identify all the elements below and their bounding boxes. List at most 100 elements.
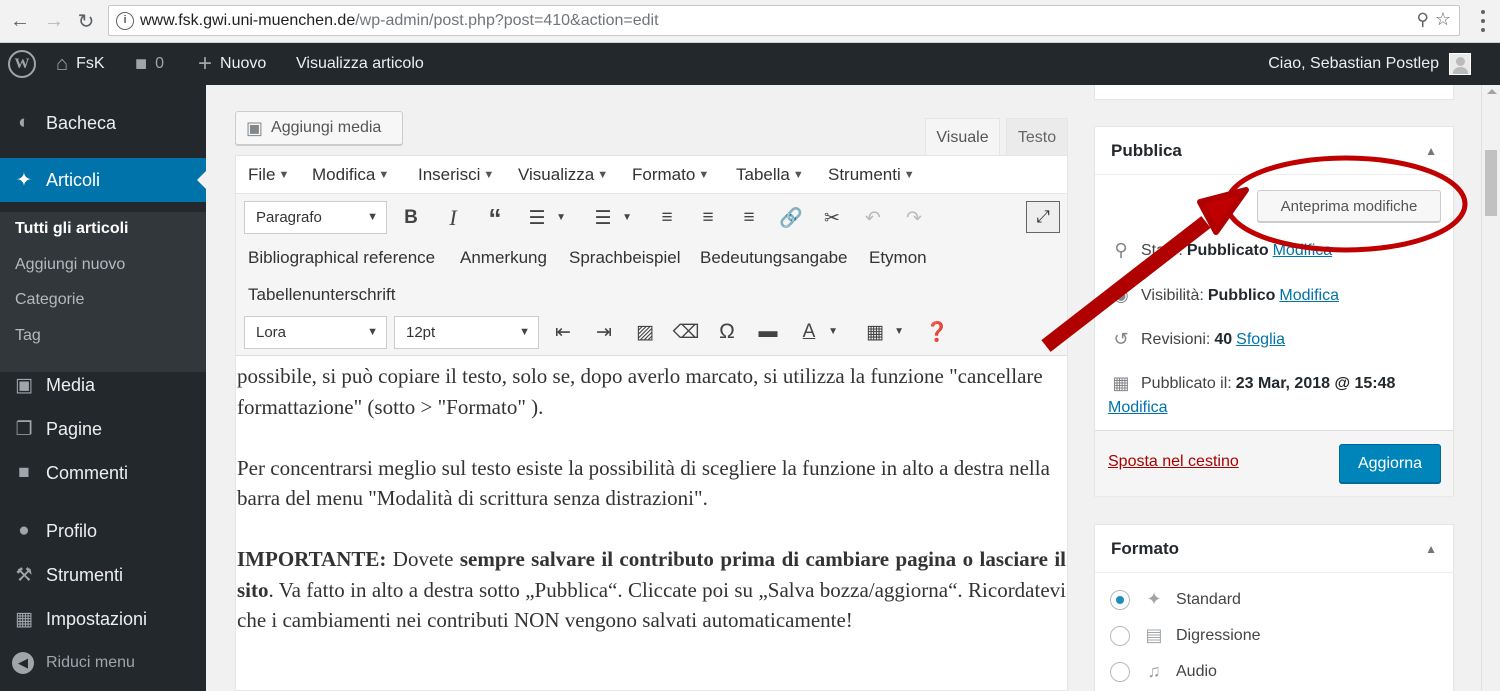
publish-box-header[interactable]: Pubblica ▲ [1095,127,1453,175]
numbered-list-icon[interactable]: ☰ [588,203,632,233]
menu-file[interactable]: File [248,165,289,185]
collapse-triangle-icon[interactable]: ▲ [1425,144,1437,158]
media-icon: ▣ [246,117,264,138]
move-to-trash-link[interactable]: Sposta nel cestino [1108,453,1239,471]
unlink-icon[interactable]: ✂ [817,203,847,233]
add-media-button[interactable]: ▣ Aggiungi media [235,111,403,145]
format-option-standard[interactable]: ✦ Standard [1110,589,1241,610]
menu-insert[interactable]: Inserisci [418,165,494,185]
editor-content[interactable]: possibile, si può copiare il testo, solo… [236,361,1067,666]
visibility-row: ◉ Visibilità: Pubblico Modifica [1110,285,1339,306]
sidebar-item-tools[interactable]: ⚒ Strumenti [0,555,206,595]
align-left-icon[interactable]: ≡ [652,203,682,233]
submenu-add-new[interactable]: Aggiungi nuovo [15,256,125,274]
anmerkung-button[interactable]: Anmerkung [460,248,547,268]
italic-icon[interactable]: I [438,203,468,233]
update-button[interactable]: Aggiorna [1339,444,1441,483]
sidebar-item-settings[interactable]: ▦ Impostazioni [0,599,206,639]
format-option-audio[interactable]: ♫ Audio [1110,661,1217,682]
zoom-icon[interactable]: ⚲ [1417,10,1429,30]
etymon-button[interactable]: Etymon [869,248,927,268]
site-name-link[interactable]: ⌂ FsK [56,43,105,85]
tab-visual[interactable]: Visuale [925,118,1000,156]
info-icon[interactable]: i [116,12,134,30]
view-post-link[interactable]: Visualizza articolo [296,43,424,85]
link-icon[interactable]: 🔗 [776,203,806,233]
font-size-select[interactable]: 12pt [394,316,539,349]
pages-icon: ❐ [15,418,33,440]
reload-icon[interactable]: ↻ [74,9,98,33]
font-family-select[interactable]: Lora [244,316,387,349]
page-scrollbar[interactable] [1481,85,1500,691]
menu-view[interactable]: Visualizza [518,165,608,185]
new-content-link[interactable]: + Nuovo [198,43,266,85]
menu-format[interactable]: Formato [632,165,709,185]
help-icon[interactable]: ❓ [922,317,952,347]
home-icon: ⌂ [56,52,69,75]
tabellenunterschrift-button[interactable]: Tabellenunterschrift [248,285,395,305]
scroll-up-arrow-icon[interactable] [1487,89,1497,94]
collapse-arrow-icon: ◀ [12,652,34,674]
browser-toolbar: ← → ↻ i www.fsk.gwi.uni-muenchen.de/wp-a… [0,0,1500,43]
blockquote-icon[interactable]: “ [480,203,510,233]
radio-standard[interactable] [1110,589,1130,610]
url-text[interactable]: www.fsk.gwi.uni-muenchen.de/wp-admin/pos… [140,12,659,30]
sidebar-item-posts[interactable]: ✦ Articoli [0,158,206,202]
paste-as-text-icon[interactable]: ▨ [630,317,660,347]
indent-icon[interactable]: ⇥ [589,317,619,347]
submenu-tags[interactable]: Tag [15,327,41,345]
submenu-all-posts[interactable]: Tutti gli articoli [15,220,128,238]
menu-table[interactable]: Tabella [736,165,804,185]
radio-audio[interactable] [1110,661,1130,682]
forward-arrow-icon[interactable]: → [42,9,66,33]
comments-link[interactable]: ■ 0 [135,43,164,85]
sidebar-item-profile[interactable]: ● Profilo [0,511,206,551]
sidebar-item-comments[interactable]: ■ Commenti [0,453,206,493]
align-center-icon[interactable]: ≡ [693,203,723,233]
undo-icon[interactable]: ↶ [858,203,888,233]
bedeutungsangabe-button[interactable]: Bedeutungsangabe [700,248,847,268]
horizontal-line-icon[interactable]: ▬ [753,317,783,347]
menu-tools[interactable]: Strumenti [828,165,915,185]
format-box-header[interactable]: Formato ▲ [1095,525,1453,573]
pushpin-icon: ✦ [1146,589,1162,609]
edit-visibility-link[interactable]: Modifica [1279,287,1339,305]
user-account-menu[interactable]: Ciao, Sebastian Postlep [1268,43,1471,85]
music-note-icon: ♫ [1147,661,1161,681]
collapse-triangle-icon[interactable]: ▲ [1425,542,1437,556]
address-bar[interactable]: i www.fsk.gwi.uni-muenchen.de/wp-admin/p… [108,5,1460,36]
edit-status-link[interactable]: Modifica [1273,242,1333,260]
special-character-omega-icon[interactable]: Ω [712,317,742,347]
menu-edit[interactable]: Modifica [312,165,389,185]
tab-text[interactable]: Testo [1006,118,1068,156]
wrench-icon: ⚒ [15,564,33,586]
sprachbeispiel-button[interactable]: Sprachbeispiel [569,248,681,268]
sidebar-item-dashboard[interactable]: ◐ Bacheca [0,103,206,143]
preview-changes-button[interactable]: Anteprima modifiche [1257,190,1441,222]
clear-formatting-eraser-icon[interactable]: ⌫ [671,317,701,347]
bold-icon[interactable]: B [396,203,426,233]
bookmark-star-icon[interactable]: ☆ [1435,9,1451,30]
collapse-menu-button[interactable]: ◀ Riduci menu [12,652,135,674]
bullet-list-icon[interactable]: ☰ [522,203,566,233]
radio-aside[interactable] [1110,625,1130,646]
wordpress-logo[interactable]: W [8,43,36,85]
sidebar-item-media[interactable]: ▣ Media [0,365,206,405]
format-option-aside[interactable]: ▤ Digressione [1110,625,1260,646]
table-icon[interactable]: ▦ [860,317,904,347]
post-editor: File Modifica Inserisci Visualizza Forma… [235,155,1068,691]
submenu-categories[interactable]: Categorie [15,291,84,309]
back-arrow-icon[interactable]: ← [8,9,32,33]
distraction-free-mode-icon[interactable]: ⤢ [1026,201,1060,233]
block-format-select[interactable]: Paragrafo [244,201,387,234]
scrollbar-thumb[interactable] [1485,150,1497,216]
sidebar-item-pages[interactable]: ❐ Pagine [0,409,206,449]
browse-revisions-link[interactable]: Sfoglia [1236,331,1285,349]
align-right-icon[interactable]: ≡ [734,203,764,233]
browser-menu-icon[interactable] [1480,10,1486,32]
outdent-icon[interactable]: ⇤ [548,317,578,347]
redo-icon[interactable]: ↷ [899,203,929,233]
edit-date-link[interactable]: Modifica [1108,399,1168,417]
text-color-icon[interactable]: A [794,317,838,347]
bibliographical-reference-button[interactable]: Bibliographical reference [248,248,435,268]
